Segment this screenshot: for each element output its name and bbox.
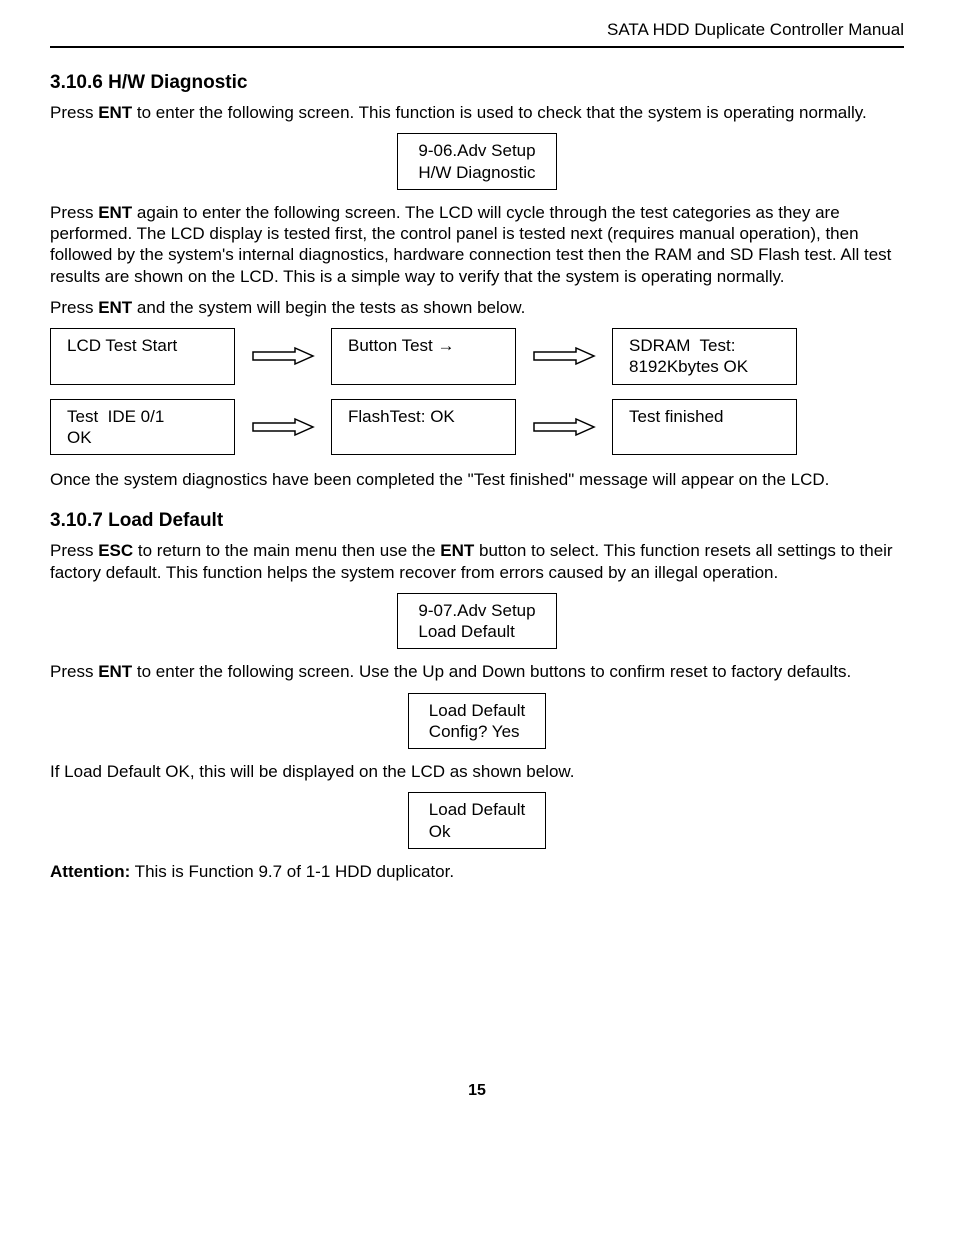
- paragraph: Press ESC to return to the main menu the…: [50, 540, 904, 583]
- paragraph: If Load Default OK, this will be display…: [50, 761, 904, 782]
- arrow-right-icon: [532, 417, 596, 437]
- lcd-line: Test finished: [629, 406, 786, 427]
- text: Press: [50, 203, 98, 222]
- text: Press: [50, 298, 98, 317]
- text: Press: [50, 541, 98, 560]
- lcd-line: Ok: [429, 821, 525, 842]
- lcd-screen: LCD Test Start: [50, 328, 235, 385]
- text: again to enter the following screen. The…: [50, 203, 891, 286]
- lcd-line: 8192Kbytes OK: [629, 356, 786, 377]
- key-ent: ENT: [98, 103, 132, 122]
- arrow-right-icon: [251, 417, 315, 437]
- paragraph: Press ENT and the system will begin the …: [50, 297, 904, 318]
- paragraph: Press ENT to enter the following screen.…: [50, 661, 904, 682]
- lcd-line: Config? Yes: [429, 721, 525, 742]
- lcd-line: FlashTest: OK: [348, 406, 505, 427]
- lcd-line: H/W Diagnostic: [418, 162, 535, 183]
- page-header: SATA HDD Duplicate Controller Manual: [50, 20, 904, 48]
- paragraph: Attention: This is Function 9.7 of 1-1 H…: [50, 861, 904, 882]
- lcd-screen: SDRAM Test: 8192Kbytes OK: [612, 328, 797, 385]
- key-ent: ENT: [440, 541, 474, 560]
- lcd-line: Load Default: [418, 621, 535, 642]
- lcd-screen: Test finished: [612, 399, 797, 456]
- key-esc: ESC: [98, 541, 133, 560]
- section-heading-hw-diagnostic: 3.10.6 H/W Diagnostic: [50, 72, 904, 94]
- text: This is Function 9.7 of 1-1 HDD duplicat…: [130, 862, 454, 881]
- lcd-line: OK: [67, 427, 224, 448]
- key-ent: ENT: [98, 662, 132, 681]
- text: Press: [50, 103, 98, 122]
- lcd-line: 9-07.Adv Setup: [418, 600, 535, 621]
- test-flow-diagram: LCD Test Start Button Test → SDRAM Test:…: [50, 328, 904, 455]
- lcd-screen: Button Test →: [331, 328, 516, 385]
- lcd-line: SDRAM Test:: [629, 335, 786, 356]
- lcd-line: Button Test →: [348, 335, 505, 356]
- lcd-line: Test IDE 0/1: [67, 406, 224, 427]
- key-ent: ENT: [98, 203, 132, 222]
- page-number: 15: [50, 1082, 904, 1100]
- lcd-screen: 9-06.Adv Setup H/W Diagnostic: [397, 133, 556, 190]
- paragraph: Press ENT to enter the following screen.…: [50, 102, 904, 123]
- attention-label: Attention:: [50, 862, 130, 881]
- lcd-line: LCD Test Start: [67, 335, 224, 356]
- arrow-right-icon: [532, 346, 596, 366]
- key-ent: ENT: [98, 298, 132, 317]
- text: Press: [50, 662, 98, 681]
- text: to return to the main menu then use the: [133, 541, 440, 560]
- lcd-line: 9-06.Adv Setup: [418, 140, 535, 161]
- lcd-screen: 9-07.Adv Setup Load Default: [397, 593, 556, 650]
- lcd-screen: Load Default Config? Yes: [408, 693, 546, 750]
- text: and the system will begin the tests as s…: [132, 298, 525, 317]
- lcd-screen: Test IDE 0/1 OK: [50, 399, 235, 456]
- text: to enter the following screen. Use the U…: [132, 662, 851, 681]
- lcd-screen: FlashTest: OK: [331, 399, 516, 456]
- paragraph: Press ENT again to enter the following s…: [50, 202, 904, 287]
- arrow-right-icon: [251, 346, 315, 366]
- lcd-line: Load Default: [429, 799, 525, 820]
- paragraph: Once the system diagnostics have been co…: [50, 469, 904, 490]
- text: to enter the following screen. This func…: [132, 103, 867, 122]
- section-heading-load-default: 3.10.7 Load Default: [50, 510, 904, 532]
- lcd-line: Load Default: [429, 700, 525, 721]
- lcd-screen: Load Default Ok: [408, 792, 546, 849]
